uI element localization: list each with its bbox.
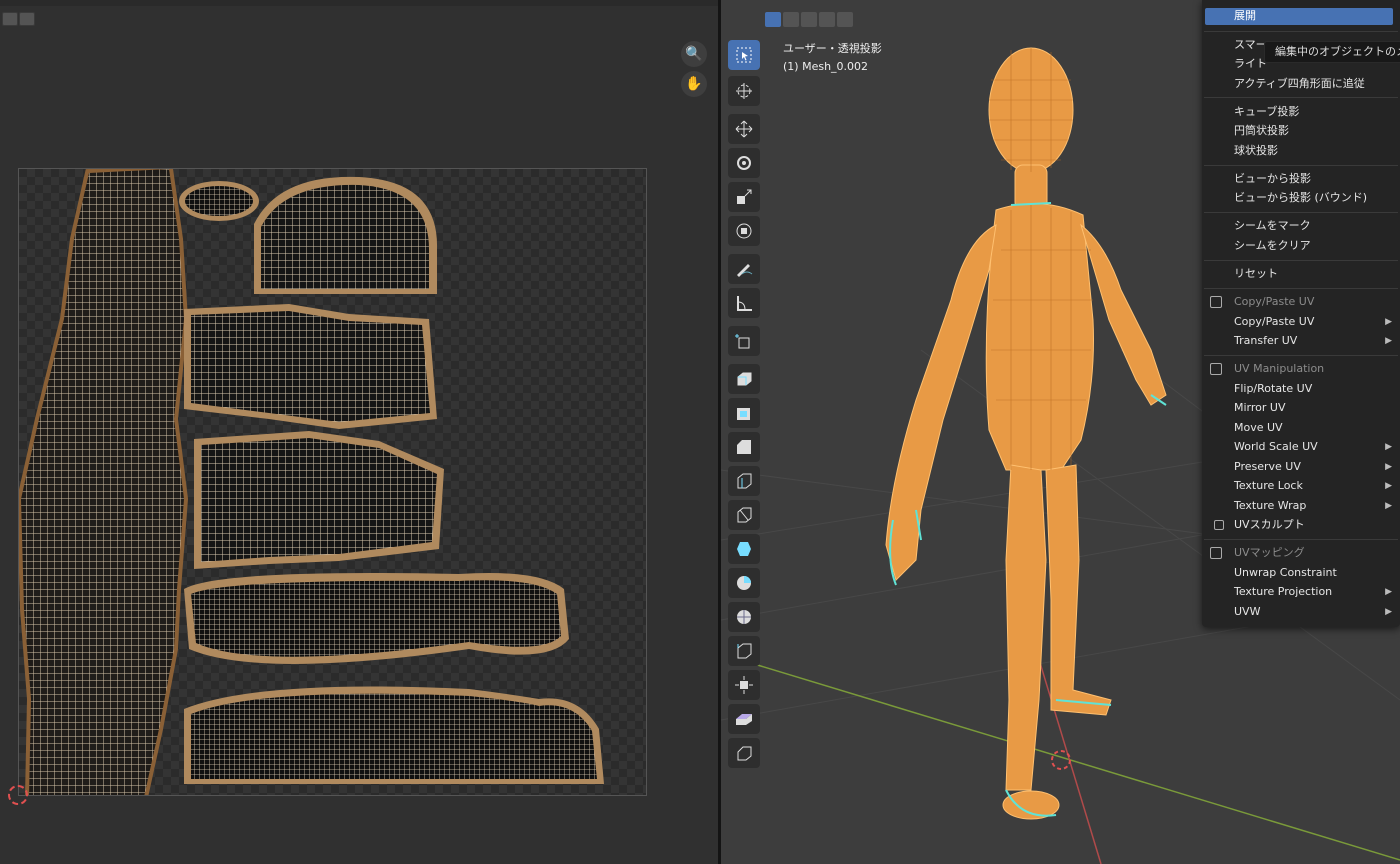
uv-island-head [254, 176, 438, 294]
select-invert-icon[interactable] [819, 12, 835, 27]
submenu-arrow-icon: ▶ [1385, 336, 1392, 346]
menu-separator [1204, 288, 1398, 289]
menu-item-project-from-view[interactable]: ビューから投影 [1234, 170, 1311, 188]
submenu-arrow-icon: ▶ [1385, 607, 1392, 617]
inset-tool-icon[interactable] [728, 398, 760, 428]
object-name: (1) Mesh_0.002 [783, 60, 869, 73]
uv-island-leg [184, 686, 604, 784]
menu-item-follow-active-quads[interactable]: アクティブ四角形面に追従 [1234, 75, 1365, 93]
uv-select-mode-icon[interactable] [2, 12, 18, 26]
menu-item-lightmap[interactable]: ライト [1234, 55, 1267, 73]
spin-tool-icon[interactable] [728, 568, 760, 598]
scale-tool-icon[interactable] [728, 182, 760, 212]
measure-tool-icon[interactable] [728, 288, 760, 318]
menu-item-preserve-uv[interactable]: Preserve UV [1234, 458, 1301, 476]
submenu-arrow-icon: ▶ [1385, 442, 1392, 452]
mannequin-mesh[interactable] [885, 47, 1167, 820]
menu-item-flip-rotate-uv[interactable]: Flip/Rotate UV [1234, 380, 1312, 398]
smooth-tool-icon[interactable] [728, 602, 760, 632]
menu-separator [1204, 212, 1398, 213]
hand-pan-icon[interactable]: ✋ [681, 71, 707, 97]
knife-tool-icon[interactable] [728, 500, 760, 530]
uv-island-body [19, 169, 189, 795]
menu-item-mirror-uv[interactable]: Mirror UV [1234, 399, 1285, 417]
menu-item-texture-lock[interactable]: Texture Lock [1234, 477, 1303, 495]
move-tool-icon[interactable] [728, 114, 760, 144]
rip-tool-icon[interactable] [728, 738, 760, 768]
viewport-info: ユーザー・透視投影 (1) Mesh_0.002 [783, 40, 882, 76]
uv-toolbar [0, 6, 718, 34]
uv-islands [19, 169, 604, 795]
menu-separator [1204, 165, 1398, 166]
menu-item-smart-project[interactable]: スマー [1234, 36, 1267, 54]
3d-cursor-icon[interactable] [1051, 750, 1071, 770]
addon-header-icon [1210, 296, 1222, 308]
uv-island-oval [179, 181, 259, 221]
uv-unwrap-menu: 展開 スマー ライト アクティブ四角形面に追従 キューブ投影 円筒状投影 球状投… [1202, 0, 1400, 627]
uv-island-torso-lower [194, 431, 444, 569]
addon-header-icon [1210, 363, 1222, 375]
menu-separator [1204, 31, 1398, 32]
menu-item-project-from-view-bounds[interactable]: ビューから投影 (バウンド) [1234, 189, 1367, 207]
menu-header-copy-paste-uv: Copy/Paste UV [1234, 295, 1315, 308]
2d-cursor-icon[interactable] [8, 785, 28, 805]
menu-item-uv-sculpt[interactable]: UVスカルプト [1234, 516, 1305, 534]
submenu-arrow-icon: ▶ [1385, 317, 1392, 327]
menu-item-sphere-projection[interactable]: 球状投影 [1234, 142, 1278, 160]
menu-item-texture-wrap[interactable]: Texture Wrap [1234, 497, 1306, 515]
menu-item-clear-seam[interactable]: シームをクリア [1234, 237, 1311, 255]
menu-item-uvw[interactable]: UVW [1234, 603, 1260, 621]
menu-item-mark-seam[interactable]: シームをマーク [1234, 217, 1311, 235]
menu-item-cylinder-projection[interactable]: 円筒状投影 [1234, 122, 1289, 140]
menu-header-uv-manipulation: UV Manipulation [1234, 362, 1325, 375]
menu-separator [1204, 355, 1398, 356]
menu-separator [1204, 539, 1398, 540]
menu-item-cube-projection[interactable]: キューブ投影 [1234, 103, 1299, 121]
submenu-arrow-icon: ▶ [1385, 501, 1392, 511]
menu-item-reset[interactable]: リセット [1234, 265, 1278, 283]
uv-canvas[interactable] [18, 168, 647, 796]
edge-slide-tool-icon[interactable] [728, 636, 760, 666]
menu-item-move-uv[interactable]: Move UV [1234, 419, 1283, 437]
rotate-tool-icon[interactable] [728, 148, 760, 178]
cursor-tool-icon[interactable] [728, 76, 760, 106]
menu-item-copy-paste-uv[interactable]: Copy/Paste UV [1234, 313, 1314, 331]
zoom-icon[interactable]: 🔍 [681, 41, 707, 67]
bevel-tool-icon[interactable] [728, 432, 760, 462]
transform-tool-icon[interactable] [728, 216, 760, 246]
annotate-tool-icon[interactable] [728, 254, 760, 284]
menu-tooltip: 編集中のオブジェクトのメ [1264, 41, 1400, 63]
select-tool-icon[interactable] [728, 40, 760, 70]
menu-header-uv-mapping: UVマッピング [1234, 546, 1305, 559]
addon-header-icon [1210, 547, 1222, 559]
submenu-arrow-icon: ▶ [1385, 481, 1392, 491]
menu-item-unwrap[interactable]: 展開 [1234, 7, 1256, 25]
submenu-arrow-icon: ▶ [1385, 587, 1392, 597]
menu-item-unwrap-constraint[interactable]: Unwrap Constraint [1234, 564, 1337, 582]
view-name: ユーザー・透視投影 [783, 42, 882, 55]
uv-island-torso-upper [184, 304, 437, 429]
uv-editor[interactable]: 🔍 ✋ [0, 0, 718, 864]
poly-build-tool-icon[interactable] [728, 534, 760, 564]
uv-sync-icon[interactable] [19, 12, 35, 26]
add-cube-tool-icon[interactable] [728, 326, 760, 356]
uv-island-arm [184, 573, 569, 664]
menu-item-world-scale-uv[interactable]: World Scale UV [1234, 438, 1318, 456]
select-extend-icon[interactable] [783, 12, 799, 27]
select-box-icon[interactable] [765, 12, 781, 27]
shear-tool-icon[interactable] [728, 704, 760, 734]
shrink-fatten-tool-icon[interactable] [728, 670, 760, 700]
submenu-arrow-icon: ▶ [1385, 462, 1392, 472]
menu-item-transfer-uv[interactable]: Transfer UV [1234, 332, 1297, 350]
menu-separator [1204, 97, 1398, 98]
menu-item-texture-projection[interactable]: Texture Projection [1234, 583, 1332, 601]
uv-sculpt-checkbox[interactable] [1214, 520, 1224, 530]
loop-cut-tool-icon[interactable] [728, 466, 760, 496]
extrude-tool-icon[interactable] [728, 364, 760, 394]
select-intersect-icon[interactable] [837, 12, 853, 27]
menu-separator [1204, 260, 1398, 261]
select-subtract-icon[interactable] [801, 12, 817, 27]
